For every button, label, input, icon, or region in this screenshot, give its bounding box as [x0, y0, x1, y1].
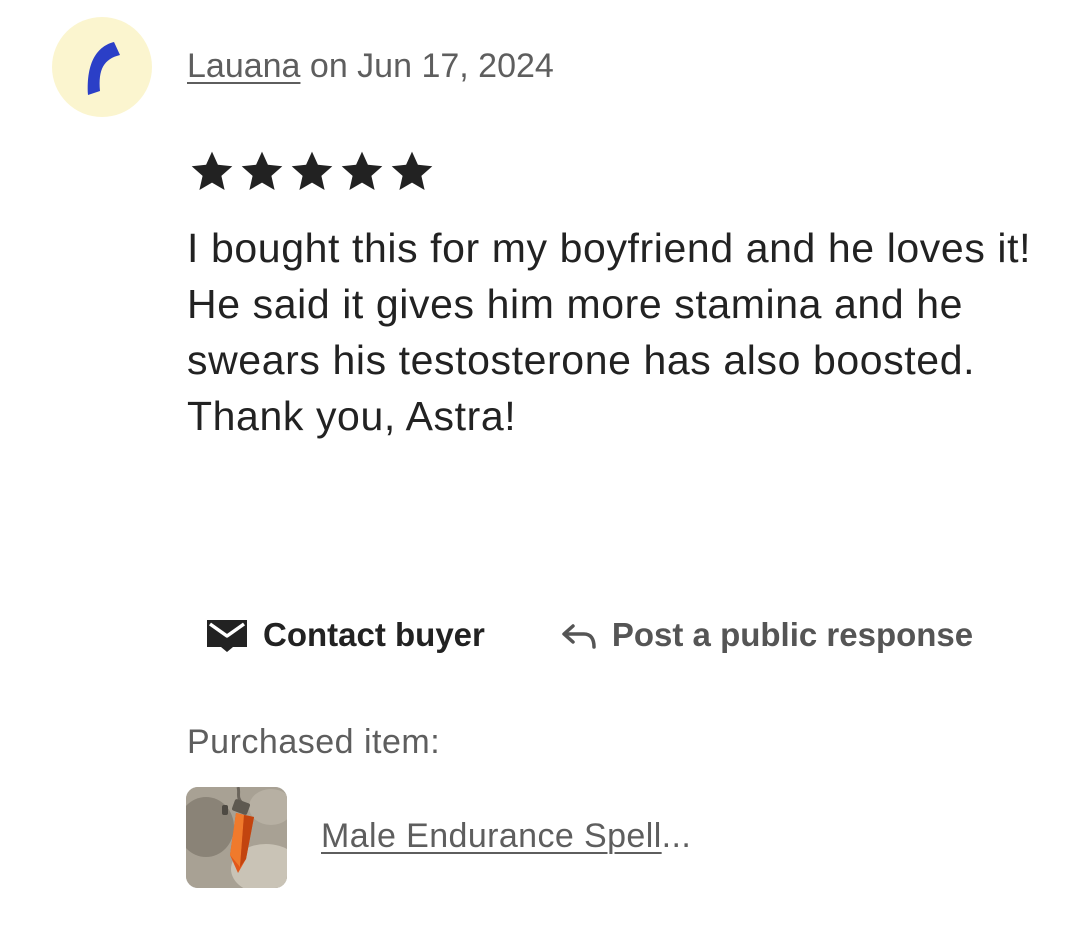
reply-arrow-icon: [560, 619, 598, 651]
reviewer-avatar[interactable]: [52, 17, 152, 117]
post-public-response-button[interactable]: Post a public response: [560, 616, 973, 654]
post-public-response-label: Post a public response: [611, 616, 974, 653]
star-icon: [391, 151, 433, 190]
contact-buyer-button[interactable]: Contact buyer: [205, 616, 485, 654]
review-actions: Contact buyer Post a public response: [205, 610, 973, 660]
review-text: I bought this for my boyfriend and he lo…: [187, 225, 1032, 439]
purchased-item-title: Male Endurance Spell: [321, 817, 662, 855]
reviewer-line: Lauana on Jun 17, 2024: [187, 44, 554, 88]
star-icon: [341, 151, 383, 190]
item-thumbnail[interactable]: [186, 787, 287, 888]
star-icon: [241, 151, 283, 190]
reviewer-name-link[interactable]: Lauana: [187, 47, 300, 85]
star-icon: [291, 151, 333, 190]
orange-crystal-pendant-image: [186, 787, 287, 888]
star-icon: [191, 151, 233, 190]
purchased-item-ellipsis: ...: [661, 817, 692, 855]
review-date: on Jun 17, 2024: [300, 47, 554, 85]
contact-buyer-label: Contact buyer: [263, 616, 485, 653]
envelope-icon: [205, 617, 249, 653]
crescent-icon: [87, 42, 120, 95]
purchased-item-label: Purchased item:: [187, 723, 441, 761]
star-rating: [187, 148, 437, 196]
purchased-item-link[interactable]: Male Endurance Spell...: [321, 814, 691, 858]
